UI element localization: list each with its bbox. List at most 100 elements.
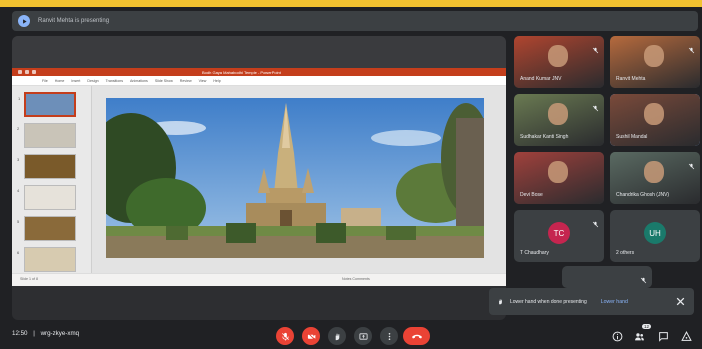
participant-tile[interactable]: Sushil Mandal	[610, 94, 700, 146]
participant-tile[interactable]: UH 2 others	[610, 210, 700, 262]
presenting-banner-text: Ranvit Mehta is presenting	[38, 18, 110, 24]
ribbon-tab[interactable]: Animations	[130, 79, 148, 83]
slide-number: 4	[17, 188, 20, 193]
slide-number: 3	[17, 157, 20, 162]
participant-face	[644, 45, 665, 68]
hand-icon	[499, 299, 502, 305]
participant-face	[644, 161, 665, 184]
slide-number: 1	[18, 96, 21, 101]
participant-tile[interactable]: Anand Kumar JNV	[514, 36, 604, 88]
people-icon	[634, 332, 644, 340]
participant-name: T Chaudhary	[520, 250, 549, 256]
chat-button[interactable]	[656, 329, 670, 343]
powerpoint-title-bar: Bodh Gaya Mahabodhi Temple - PowerPoint	[12, 68, 506, 76]
ribbon-tab[interactable]: Design	[87, 79, 98, 83]
participant-tile[interactable]: Chandrika Ghosh (JNV)	[610, 152, 700, 204]
phone-hangup-icon	[411, 334, 422, 339]
activities-icon	[680, 330, 692, 341]
participant-tile[interactable]: Ranvit Mehta	[610, 36, 700, 88]
meeting-code: wrg-zkye-xmq	[40, 330, 80, 337]
participant-tile[interactable]	[562, 266, 652, 288]
powerpoint-window: Bodh Gaya Mahabodhi Temple - PowerPoint …	[12, 68, 506, 286]
slide-thumbnail[interactable]: 4	[17, 185, 76, 210]
meeting-details-button[interactable]	[610, 329, 624, 343]
participant-tile[interactable]: TC T Chaudhary	[514, 210, 604, 262]
mic-off-icon	[592, 105, 599, 112]
ribbon-tab[interactable]: View	[199, 79, 207, 83]
participant-tile[interactable]: Devi Bose	[514, 152, 604, 204]
mic-off-button[interactable]	[276, 327, 294, 345]
slide-thumbnail[interactable]: 6	[17, 247, 76, 272]
status-notes[interactable]: Notes Comments	[342, 277, 370, 281]
ribbon-tab[interactable]: File	[42, 79, 48, 83]
ribbon-tab[interactable]: Insert	[71, 79, 80, 83]
mic-off-icon	[281, 332, 289, 341]
participant-name: 2 others	[616, 250, 635, 256]
avatar: UH	[644, 222, 666, 245]
lower-hand-button[interactable]: Lower hand	[601, 299, 628, 305]
mic-muted-indicator	[592, 41, 599, 54]
ribbon-tab[interactable]: Transitions	[106, 79, 123, 83]
participant-face	[644, 103, 665, 126]
separator: |	[33, 330, 35, 337]
current-slide-image	[106, 98, 484, 258]
ribbon-tab[interactable]: Review	[180, 79, 192, 83]
raise-hand-button[interactable]	[328, 327, 346, 345]
participant-face	[548, 103, 569, 126]
info-icon	[612, 331, 622, 341]
participant-count-badge: 12	[642, 324, 652, 329]
temple-photo	[106, 98, 484, 258]
mic-muted-indicator	[592, 99, 599, 112]
slide-number: 2	[17, 126, 20, 131]
mic-off-icon	[640, 277, 647, 284]
slide-thumbnail[interactable]: 5	[17, 216, 76, 241]
toast-message: Lower hand when done presenting	[510, 298, 587, 305]
participant-name: Chandrika Ghosh (JNV)	[616, 192, 670, 198]
mic-off-icon	[592, 47, 599, 54]
slide-counter: Slide 1 of 8	[20, 277, 38, 281]
slide-thumbnail-pane: 12345678	[12, 86, 92, 286]
mic-muted-indicator	[592, 215, 599, 228]
window-top-border	[0, 0, 702, 7]
participant-face	[548, 45, 569, 68]
more-vert-icon	[388, 332, 390, 340]
clock-time: 12:50	[12, 330, 28, 337]
participant-name: Devi Bose	[520, 192, 543, 198]
camera-off-icon	[307, 332, 315, 340]
slide-thumbnail[interactable]: 2	[17, 123, 76, 148]
ribbon-tab[interactable]: Help	[213, 79, 220, 83]
slide-number: 6	[17, 250, 20, 255]
participant-tile[interactable]: Sudhakar Kanti Singh	[514, 94, 604, 146]
present-icon	[18, 15, 30, 27]
ribbon-tab[interactable]: Home	[55, 79, 65, 83]
slide-number: 5	[17, 219, 20, 224]
mic-off-icon	[688, 47, 695, 54]
mic-muted-indicator	[688, 157, 695, 170]
shared-screen-header	[12, 36, 506, 68]
participant-name: Sudhakar Kanti Singh	[520, 134, 569, 140]
quick-access-icons	[18, 70, 36, 74]
participant-name: Sushil Mandal	[616, 134, 648, 140]
meeting-info: 12:50 | wrg-zkye-xmq	[12, 330, 79, 337]
hand-icon	[335, 333, 339, 340]
present-screen-icon	[358, 332, 368, 340]
activities-button[interactable]	[679, 329, 693, 343]
slide-thumbnail[interactable]: 1	[18, 92, 76, 117]
close-icon[interactable]	[675, 296, 686, 307]
people-button[interactable]	[632, 329, 646, 343]
avatar: TC	[548, 222, 570, 245]
slide-thumbnail[interactable]: 3	[17, 154, 76, 179]
camera-off-button[interactable]	[302, 327, 320, 345]
powerpoint-title: Bodh Gaya Mahabodhi Temple - PowerPoint	[202, 69, 281, 75]
leave-call-button[interactable]	[403, 327, 430, 345]
mic-muted-indicator	[688, 41, 695, 54]
bottom-bar: 12:50 | wrg-zkye-xmq 12	[0, 322, 702, 349]
shared-screen: Bodh Gaya Mahabodhi Temple - PowerPoint …	[12, 36, 506, 320]
ribbon-tab[interactable]: Slide Show	[155, 79, 173, 83]
more-options-button[interactable]	[380, 327, 398, 345]
present-button[interactable]	[354, 327, 372, 345]
slide-canvas	[92, 86, 506, 286]
powerpoint-status-bar: Slide 1 of 8 Notes Comments	[12, 273, 506, 286]
mic-muted-indicator	[640, 271, 647, 284]
mic-off-icon	[592, 221, 599, 228]
